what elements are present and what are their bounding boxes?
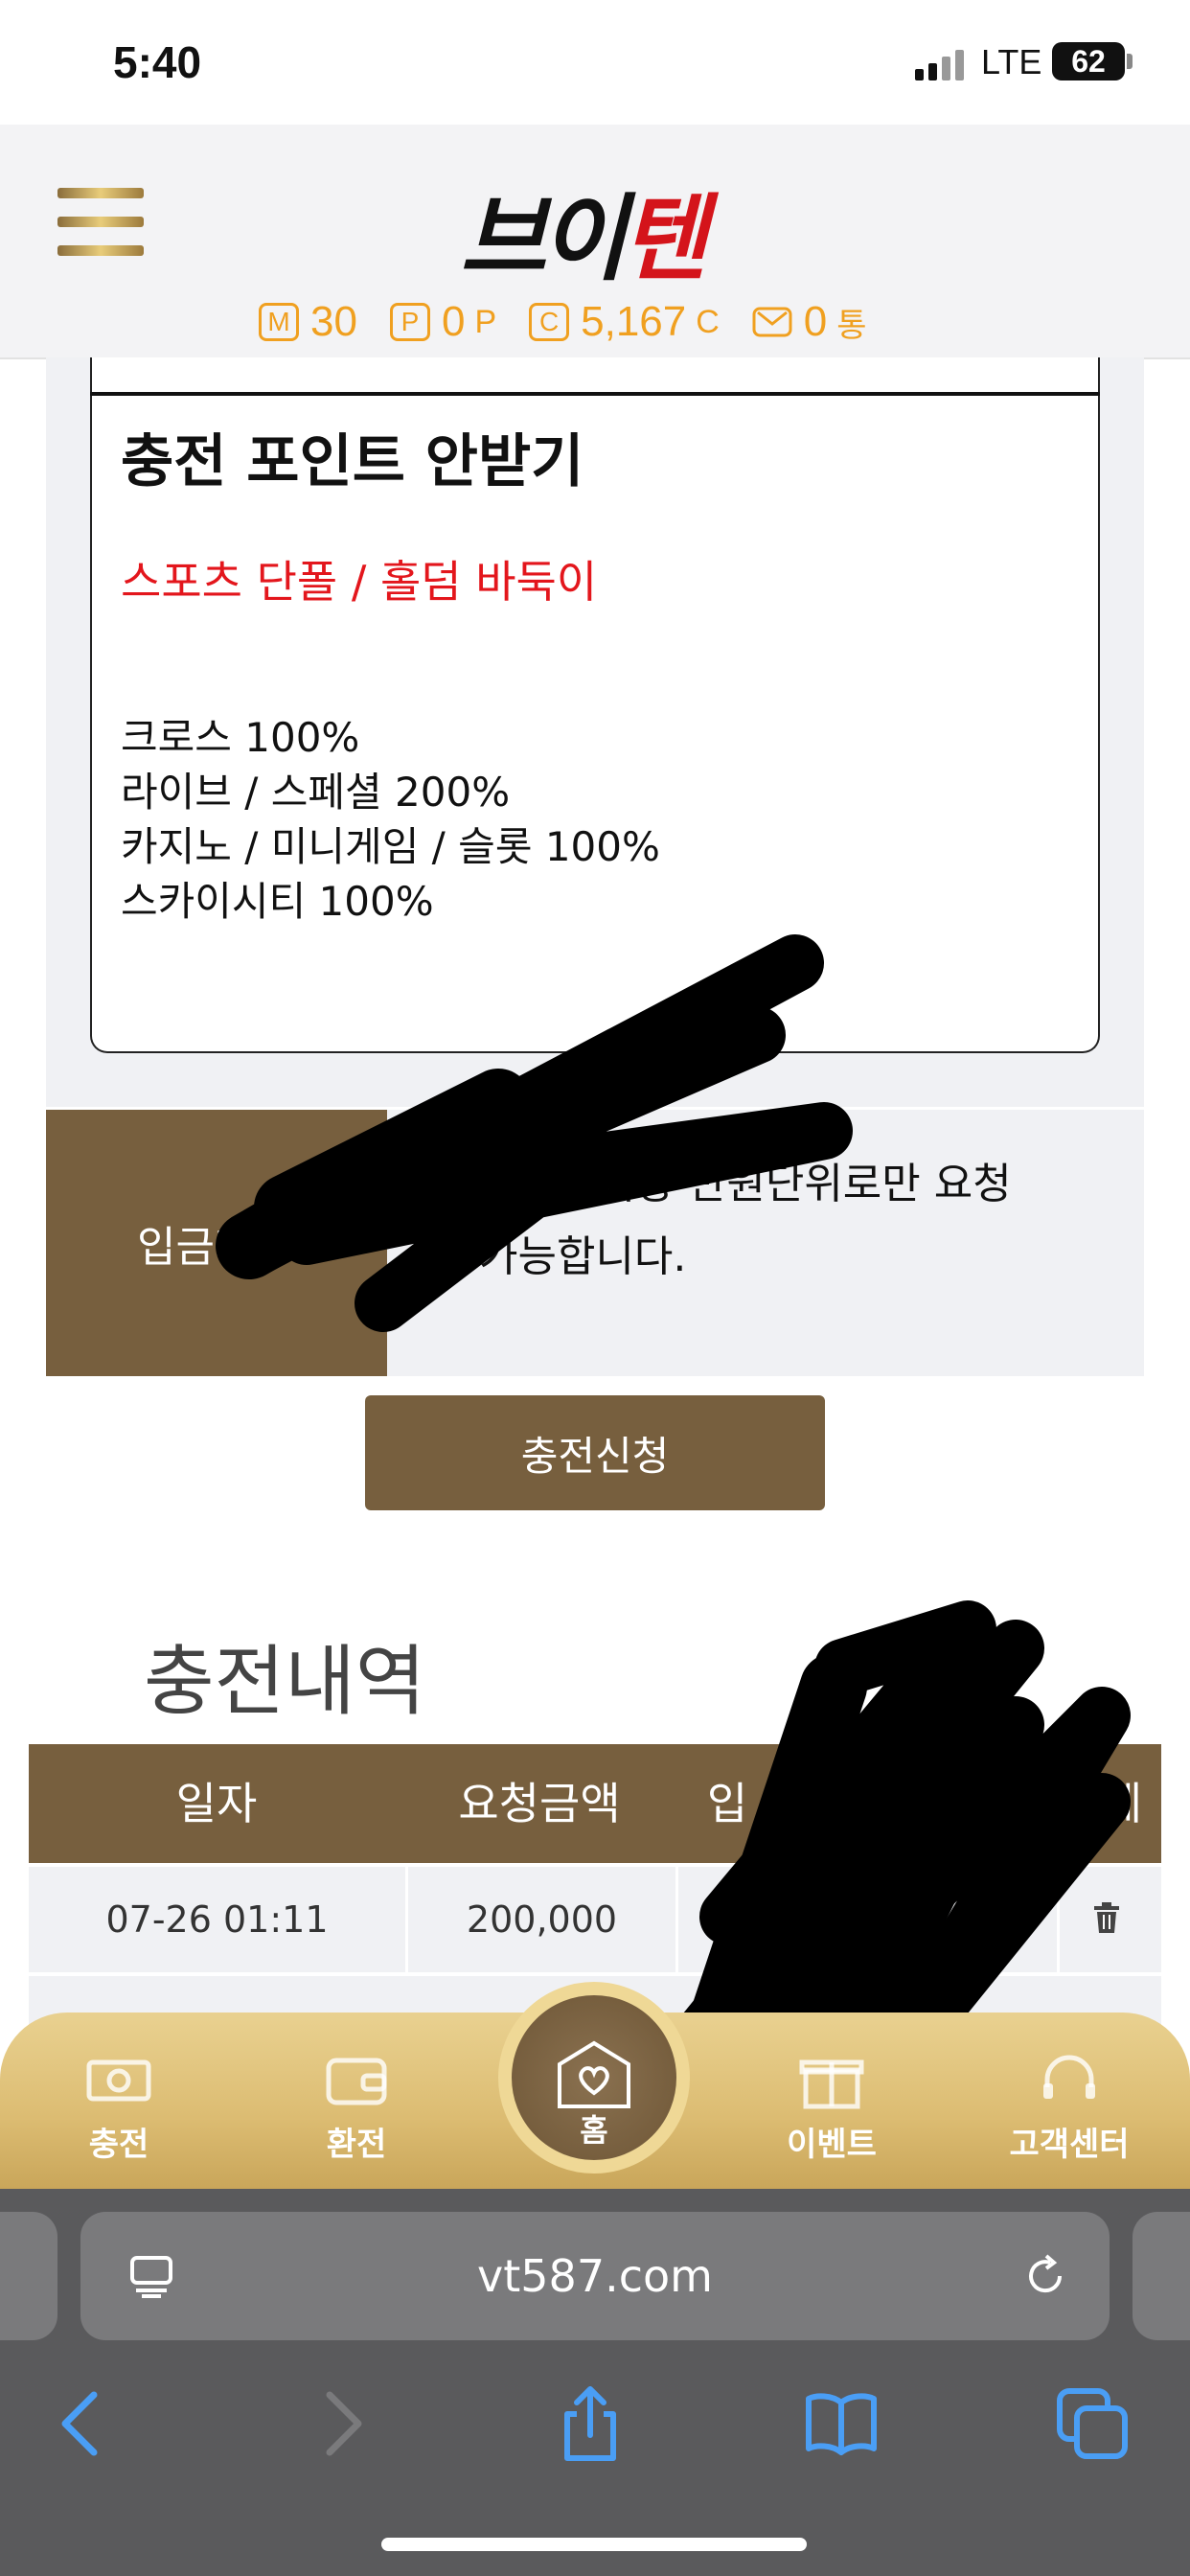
tab-support[interactable]: 고객센터 xyxy=(983,2051,1156,2165)
rate-line: 스카이시티 100% xyxy=(121,878,434,925)
row-amount: 200,000 xyxy=(408,1867,678,1972)
point-unit: P xyxy=(474,303,497,340)
bookmarks-icon[interactable] xyxy=(803,2385,880,2462)
table-header: 일자 요청금액 입 제 xyxy=(29,1744,1161,1863)
tab-home[interactable]: 홈 xyxy=(498,1963,690,2174)
deposit-notice: 1만원 이상 만원단위로만 요청 가능합니다. xyxy=(387,1110,1144,1376)
charge-history-title: 충전내역 xyxy=(144,1637,426,1726)
status-bar: 5:40 LTE 62 xyxy=(0,0,1190,125)
charge-request-button[interactable]: 충전신청 xyxy=(365,1395,825,1510)
point-stat[interactable]: P 0 P xyxy=(389,298,497,346)
notice-warning: 스포츠 단폴 / 홀덤 바둑이 xyxy=(121,556,598,608)
tab-home-label: 홈 xyxy=(580,2112,608,2149)
deposit-notice-line2: 가능합니다. xyxy=(479,1232,687,1281)
tab-support-label: 고객센터 xyxy=(1009,2126,1130,2164)
row-cell xyxy=(678,1867,908,1972)
delete-trash-icon[interactable] xyxy=(1092,1901,1121,1934)
logo-part1: 브이 xyxy=(460,185,627,294)
back-icon[interactable] xyxy=(44,2385,121,2462)
money-icon xyxy=(86,2059,151,2102)
notice-divider xyxy=(90,392,1100,396)
signal-icon xyxy=(915,50,964,80)
battery-tip xyxy=(1127,54,1133,69)
status-time: 5:40 xyxy=(113,37,202,87)
hamburger-menu-icon[interactable] xyxy=(57,188,144,264)
next-tab-edge[interactable] xyxy=(1133,2212,1190,2340)
forward-icon[interactable] xyxy=(303,2385,379,2462)
cash-unit: C xyxy=(696,303,720,340)
notice-box: 충전 포인트 안받기 스포츠 단폴 / 홀덤 바둑이 크로스 100% 라이브 … xyxy=(90,357,1100,1053)
notice-title: 충전 포인트 안받기 xyxy=(121,428,584,495)
mail-icon xyxy=(752,307,792,337)
m-badge-icon: M xyxy=(259,303,299,341)
home-indicator xyxy=(381,2538,807,2551)
col-amount: 요청금액 xyxy=(458,1778,621,1829)
site-logo[interactable]: 브이텐 xyxy=(460,163,708,299)
c-badge-icon: C xyxy=(529,303,570,341)
message-unit: 통 xyxy=(836,307,867,344)
col-date: 일자 xyxy=(175,1778,258,1829)
cash-stat[interactable]: C 5,167 C xyxy=(529,298,720,346)
site-header: 브이텐 M 30 P 0 P C 5,167 C 0 통 xyxy=(0,125,1190,359)
message-stat[interactable]: 0 통 xyxy=(752,298,867,346)
browser-chrome: vt587.com xyxy=(0,2189,1190,2576)
deposit-notice-line1: 1만원 이상 만원단위로만 요청 xyxy=(479,1160,1012,1208)
rate-line: 카지노 / 미니게임 / 슬롯 100% xyxy=(121,823,660,870)
mileage-stat[interactable]: M 30 xyxy=(259,298,357,346)
address-bar[interactable]: vt587.com xyxy=(80,2212,1110,2340)
tab-event-label: 이벤트 xyxy=(787,2126,877,2164)
cash-value: 5,167 xyxy=(581,298,687,345)
gift-icon xyxy=(799,2059,864,2109)
point-value: 0 xyxy=(441,298,466,345)
tab-event[interactable]: 이벤트 xyxy=(745,2051,918,2165)
home-heart-icon xyxy=(558,2040,630,2108)
battery-icon: 62 xyxy=(1052,42,1125,80)
tab-charge[interactable]: 충전 xyxy=(33,2051,205,2165)
prev-tab-edge[interactable] xyxy=(0,2212,57,2340)
headset-icon xyxy=(1043,2055,1095,2099)
message-count: 0 xyxy=(803,298,828,345)
reload-icon[interactable] xyxy=(1021,2252,1069,2300)
mileage-value: 30 xyxy=(310,298,357,345)
tab-exchange[interactable]: 환전 xyxy=(270,2051,443,2165)
deposit-label: 입금지 xyxy=(46,1110,387,1376)
url-text: vt587.com xyxy=(477,2250,713,2302)
deposit-row: 입금지 1만원 이상 만원단위로만 요청 가능합니다. xyxy=(46,1110,1144,1376)
col-delete: 제 xyxy=(1101,1778,1143,1829)
rate-line: 크로스 100% xyxy=(121,714,360,761)
table-row: 07-26 01:11 200,000 xyxy=(29,1867,1161,1972)
col-deposit: 입 xyxy=(706,1778,748,1829)
network-label: LTE xyxy=(981,42,1042,81)
browser-toolbar xyxy=(0,2385,1190,2491)
p-badge-icon: P xyxy=(389,303,430,341)
tab-charge-label: 충전 xyxy=(88,2126,149,2164)
row-cell xyxy=(908,1867,1060,1972)
balance-stats: M 30 P 0 P C 5,167 C 0 통 xyxy=(259,295,900,349)
row-date: 07-26 01:11 xyxy=(29,1867,408,1972)
wallet-icon xyxy=(326,2058,387,2105)
rate-line: 라이브 / 스페셜 200% xyxy=(121,769,511,816)
logo-part2: 텐 xyxy=(621,185,707,294)
notice-rates: 크로스 100% 라이브 / 스페셜 200% 카지노 / 미니게임 / 슬롯 … xyxy=(121,710,660,929)
share-icon[interactable] xyxy=(552,2385,629,2462)
tab-exchange-label: 환전 xyxy=(326,2126,387,2164)
tabs-icon[interactable] xyxy=(1054,2385,1131,2462)
